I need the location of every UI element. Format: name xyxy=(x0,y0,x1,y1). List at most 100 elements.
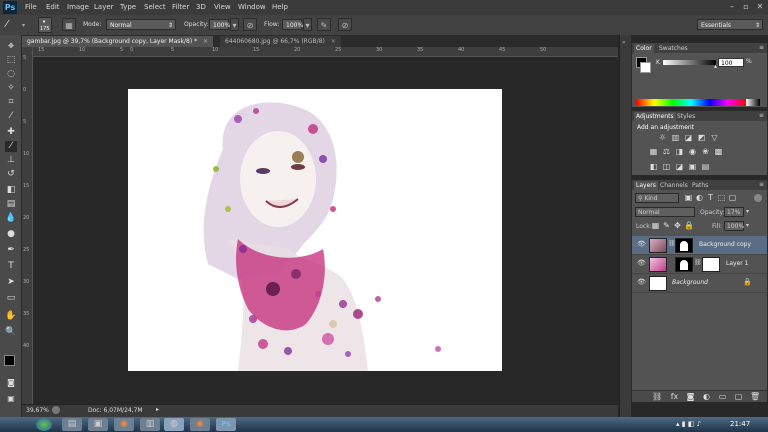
eye-icon[interactable]: 👁 xyxy=(637,240,646,248)
document-canvas[interactable] xyxy=(128,89,502,371)
folder-taskbar-icon[interactable]: ▣ xyxy=(88,418,108,431)
k-slider[interactable] xyxy=(663,60,716,65)
new-adjustment-icon[interactable]: ◐ xyxy=(702,393,711,401)
healing-icon[interactable]: ✚ xyxy=(5,127,17,138)
workspace-select[interactable]: Essentials ⇕ xyxy=(697,19,763,30)
link-layers-icon[interactable]: ⛓ xyxy=(652,393,662,401)
chrome-taskbar-icon[interactable]: ◍ xyxy=(164,418,184,431)
panel-menu-icon[interactable]: ≡ xyxy=(759,44,764,51)
selective-color-icon[interactable]: ▣ xyxy=(688,163,697,171)
curves-icon[interactable]: ◪ xyxy=(684,134,693,142)
foreground-color-swatch[interactable] xyxy=(4,355,15,366)
flow-dropdown-icon[interactable]: ▾ xyxy=(303,18,312,31)
panel-menu-icon[interactable]: ≡ xyxy=(759,112,764,119)
lock-all-icon[interactable]: 🔒 xyxy=(684,222,694,230)
filter-smart-object-icon[interactable]: ▢ xyxy=(728,194,737,202)
eye-icon[interactable]: 👁 xyxy=(637,278,646,286)
layer-name[interactable]: Background copy xyxy=(699,241,751,248)
layer-style-icon[interactable]: fx xyxy=(670,393,679,401)
history-brush-icon[interactable]: ↺ xyxy=(5,169,17,180)
stamp-icon[interactable]: ⊥ xyxy=(5,155,17,166)
opacity-input[interactable]: 100% xyxy=(209,19,230,30)
dodge-icon[interactable]: ● xyxy=(5,229,17,240)
airbrush-icon[interactable]: ✎ xyxy=(317,18,331,31)
layer-opacity-input[interactable]: 17% xyxy=(724,207,744,217)
zoom-level[interactable]: 39,67% xyxy=(26,407,49,414)
brush-icon[interactable]: ⁄ xyxy=(6,19,8,30)
lock-transparency-icon[interactable]: ▦ xyxy=(651,222,660,230)
minimize-icon[interactable]: – xyxy=(726,1,738,12)
chain-link-icon[interactable]: ⛓ xyxy=(694,259,702,266)
filter-pixel-icon[interactable]: ▣ xyxy=(684,194,693,202)
layer-row-background[interactable]: 👁 Background 🔒 xyxy=(632,274,767,293)
black-white-icon[interactable]: ◨ xyxy=(675,148,684,156)
tab-layers[interactable]: Layers xyxy=(634,181,658,190)
pressure-opacity-icon[interactable]: ⊘ xyxy=(243,18,257,31)
layer-row-background-copy[interactable]: 👁 ⛓ Background copy xyxy=(632,236,767,255)
layer-fill-input[interactable]: 100% xyxy=(724,221,744,231)
hue-saturation-icon[interactable]: ▦ xyxy=(649,148,658,156)
invert-icon[interactable]: ◧ xyxy=(649,163,658,171)
mode-select[interactable]: Normal ⇕ xyxy=(106,19,176,30)
k-value-input[interactable]: 100 xyxy=(718,58,744,67)
close-icon[interactable]: × xyxy=(331,38,336,45)
photo-filter-icon[interactable]: ◉ xyxy=(688,148,697,156)
layer-row-layer-1[interactable]: 👁 ⛓ Layer 1 xyxy=(632,255,767,274)
exposure-icon[interactable]: ◩ xyxy=(697,134,706,142)
screen-mode-icon[interactable]: ▣ xyxy=(5,393,17,404)
filter-shape-icon[interactable]: ⬚ xyxy=(717,194,726,202)
crop-icon[interactable]: ⌗ xyxy=(5,97,17,108)
pressure-size-icon[interactable]: ⊘ xyxy=(338,18,352,31)
quick-mask-icon[interactable]: ◙ xyxy=(5,377,17,388)
pen-icon[interactable]: ✒ xyxy=(5,245,17,256)
color-balance-icon[interactable]: ⚖ xyxy=(662,148,671,156)
menu-select[interactable]: Select xyxy=(144,3,166,11)
new-layer-icon[interactable]: ▢ xyxy=(734,393,743,401)
menu-layer[interactable]: Layer xyxy=(94,3,114,11)
background-color-swatch[interactable] xyxy=(640,62,651,73)
tab-channels[interactable]: Channels xyxy=(658,181,690,190)
trash-icon[interactable]: 🗑 xyxy=(750,393,760,401)
brush-preset-picker[interactable]: • 175 xyxy=(38,17,52,33)
filter-type-icon[interactable]: T xyxy=(706,194,715,202)
menu-help[interactable]: Help xyxy=(272,3,288,11)
tab-color[interactable]: Color xyxy=(634,44,654,53)
lasso-icon[interactable]: ◌ xyxy=(5,69,17,80)
layer-name[interactable]: Background xyxy=(672,279,708,286)
brush-panel-toggle-icon[interactable]: ▦ xyxy=(62,18,76,31)
gradient-icon[interactable]: ▤ xyxy=(5,199,17,210)
start-button-icon[interactable] xyxy=(36,418,52,431)
add-mask-icon[interactable]: ◙ xyxy=(686,393,695,401)
shape-icon[interactable]: ▭ xyxy=(5,293,17,304)
type-icon[interactable]: T xyxy=(5,261,17,272)
grayscale-ramp[interactable] xyxy=(746,99,760,106)
eyedropper-icon[interactable]: ⁄ xyxy=(5,111,17,122)
clock[interactable]: 21:47 xyxy=(730,420,750,428)
photoshop-taskbar-icon[interactable]: Ps xyxy=(216,418,236,431)
menu-3d[interactable]: 3D xyxy=(196,3,206,11)
tab-adjustments[interactable]: Adjustments xyxy=(634,112,676,121)
layer-mask-thumbnail[interactable] xyxy=(702,257,720,272)
menu-edit[interactable]: Edit xyxy=(46,3,60,11)
chevron-down-icon[interactable]: ▾ xyxy=(746,222,749,229)
lock-icon[interactable]: 🔒 xyxy=(743,278,752,286)
media-taskbar-icon[interactable]: ▥ xyxy=(140,418,160,431)
tab-gambar[interactable]: gambar.jpg @ 39,7% (Background copy, Lay… xyxy=(22,36,214,47)
menu-type[interactable]: Type xyxy=(120,3,136,11)
levels-icon[interactable]: ▥ xyxy=(671,134,680,142)
close-icon[interactable]: ✕ xyxy=(754,1,766,12)
menu-window[interactable]: Window xyxy=(238,3,266,11)
chevron-down-icon[interactable]: ▾ xyxy=(22,22,25,29)
gradient-map-icon[interactable]: ▤ xyxy=(701,163,710,171)
color-lookup-icon[interactable]: ▩ xyxy=(714,148,723,156)
filter-adjustment-icon[interactable]: ◐ xyxy=(695,194,704,202)
posterize-icon[interactable]: ◫ xyxy=(662,163,671,171)
layer-filter-select[interactable]: ⚲ Kind xyxy=(635,193,679,203)
color-spectrum-bar[interactable] xyxy=(636,99,746,106)
clip-mask-thumbnail[interactable] xyxy=(675,257,693,272)
tab-paths[interactable]: Paths xyxy=(690,181,710,190)
hand-icon[interactable]: ✋ xyxy=(5,311,17,322)
filter-toggle-icon[interactable] xyxy=(754,194,762,202)
layer-name[interactable]: Layer 1 xyxy=(726,260,748,267)
menu-filter[interactable]: Filter xyxy=(172,3,189,11)
